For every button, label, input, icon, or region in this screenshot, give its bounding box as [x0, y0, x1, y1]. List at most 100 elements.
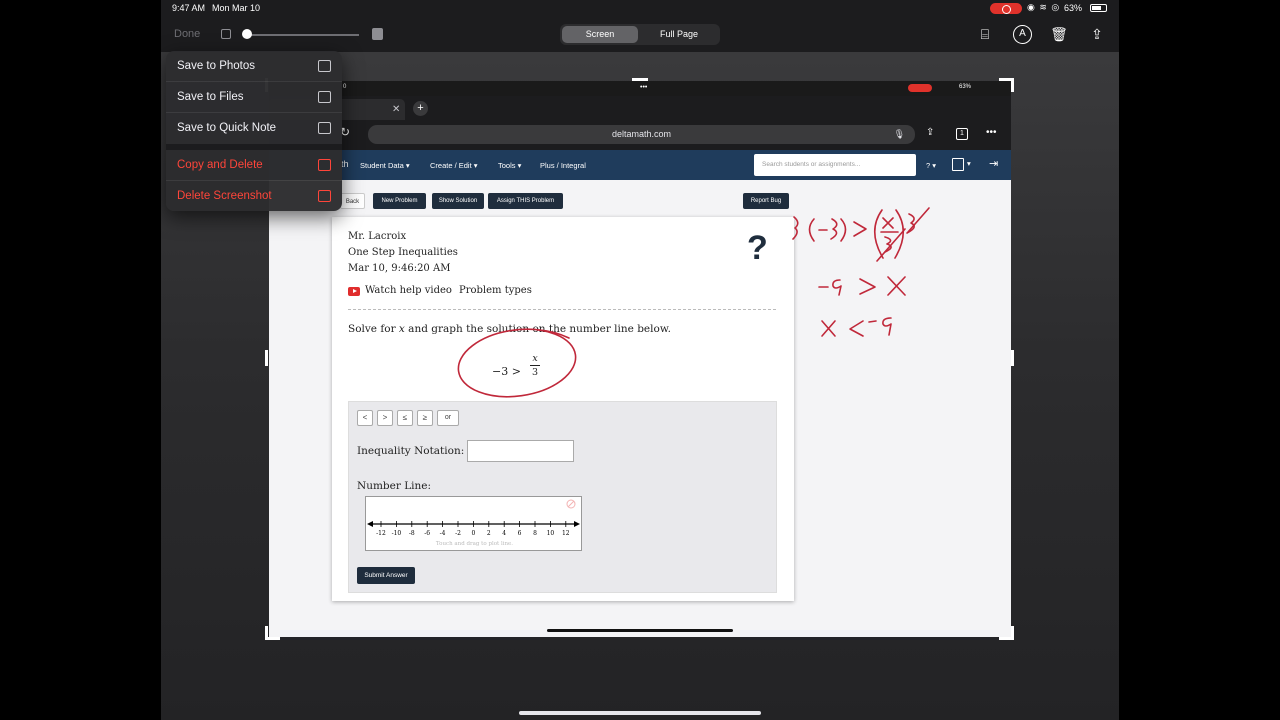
help-video-link[interactable]: Watch help video [365, 285, 452, 296]
menu-item-label: Delete Screenshot [177, 190, 272, 202]
number-line-tick-label: 4 [502, 530, 506, 537]
inner-status-bar: 0 63% ••• [269, 81, 1011, 96]
crop-handle-br-h[interactable] [999, 637, 1014, 640]
number-line-tick-label: 10 [547, 530, 555, 537]
share-icon[interactable]: ⇪ [926, 127, 934, 138]
assign-problem-button[interactable]: Assign THIS Problem [488, 193, 563, 209]
status-bar: 9:47 AM Mon Mar 10 ◉ ≋ ◎ 63% [161, 0, 1119, 17]
number-line-tick-label: 12 [562, 530, 570, 537]
or-button[interactable]: or [437, 410, 459, 426]
opacity-slider[interactable] [247, 34, 359, 36]
number-line-tick-label: 8 [533, 530, 537, 537]
menu-copy-and-delete[interactable]: Copy and Delete [166, 150, 342, 181]
full-page-tab[interactable]: Full Page [640, 26, 718, 43]
battery-percent: 63% [1064, 3, 1083, 13]
markup-icon[interactable]: A [1013, 25, 1032, 44]
inner-battery: 63% [959, 84, 972, 90]
microphone-icon[interactable]: 🎙 [894, 125, 905, 144]
inequality-input[interactable] [467, 440, 574, 462]
number-line-label: Number Line: [357, 480, 432, 492]
trash-icon[interactable]: 🗑 [1050, 25, 1068, 43]
divider [348, 309, 776, 310]
crop-handle-right[interactable] [1011, 350, 1014, 366]
wifi-icon: ◉ ≋ ◎ [1027, 2, 1061, 12]
expression-lhs: −3 > [492, 365, 521, 378]
less-equal-button[interactable]: ≤ [397, 410, 413, 426]
new-tab-icon[interactable]: + [413, 101, 428, 116]
nav-tools[interactable]: Tools ▾ [498, 161, 521, 170]
menu-save-to-quick-note[interactable]: Save to Quick Note [166, 113, 342, 144]
screen-tab[interactable]: Screen [562, 26, 638, 43]
greater-than-button[interactable]: > [377, 410, 393, 426]
number-line-tick-label: 2 [487, 530, 491, 537]
status-date: Mon Mar 10 [212, 3, 261, 13]
text-select-icon[interactable]: ⌸ [976, 25, 994, 43]
done-button[interactable]: Done [174, 28, 200, 40]
crop-handle-tr-h[interactable] [999, 78, 1014, 81]
screenshot-preview[interactable]: 0 63% ••• ✕ + ↻ deltamath.com 🎙 ⇪ 1 ••• … [269, 81, 1011, 637]
menu-item-label: Save to Quick Note [177, 122, 277, 134]
menu-delete-screenshot[interactable]: Delete Screenshot [166, 181, 342, 211]
help-question-icon[interactable]: ? [747, 229, 768, 268]
inner-recording-icon [908, 84, 932, 92]
copy-trash-icon [318, 159, 331, 171]
right-arrow [574, 521, 580, 527]
number-line-widget[interactable]: -12 -10 -8 -6 -4 -2 0 2 4 6 8 10 12 Touch and drag t… [365, 496, 582, 551]
share-icon[interactable]: ⇪ [1088, 25, 1106, 43]
screenshot-toolbar: Done Screen Full Page ⌸ A 🗑 ⇪ [161, 17, 1119, 52]
screen-recording-icon [990, 3, 1022, 14]
close-tab-icon[interactable]: ✕ [392, 104, 400, 115]
search-input[interactable]: Search students or assignments... [754, 154, 916, 176]
number-line-tick-label: -8 [409, 530, 415, 537]
opacity-max-icon [372, 28, 383, 40]
menu-save-to-photos[interactable]: Save to Photos [166, 51, 342, 82]
tabs-count-icon[interactable]: 1 [956, 128, 968, 140]
calculator-icon[interactable] [952, 158, 964, 171]
help-menu[interactable]: ? ▾ [926, 161, 936, 170]
number-line-hint: Touch and drag to plot line. [435, 541, 514, 547]
nav-plus-integral[interactable]: Plus / Integral [540, 161, 586, 170]
calculator-dropdown-icon[interactable]: ▾ [967, 159, 971, 168]
number-line-tick-label: 0 [471, 530, 475, 537]
status-time: 9:47 AM [172, 3, 206, 13]
greater-equal-button[interactable]: ≥ [417, 410, 433, 426]
url-text: deltamath.com [611, 129, 672, 139]
problem-card: Mr. Lacroix One Step Inequalities Mar 10… [332, 217, 794, 601]
logout-icon[interactable]: ⇥ [989, 157, 998, 170]
deltamath-logo[interactable]: th [341, 159, 349, 169]
nav-student-data[interactable]: Student Data ▾ [360, 161, 410, 170]
show-solution-button[interactable]: Show Solution [432, 193, 484, 209]
submit-answer-button[interactable]: Submit Answer [357, 567, 415, 584]
deltamath-content: Back New Problem Show Solution Assign TH… [269, 180, 1011, 637]
home-indicator [519, 711, 761, 715]
deltamath-navbar: th Student Data ▾ Create / Edit ▾ Tools … [269, 150, 1011, 180]
address-bar-row: ↻ deltamath.com 🎙 ⇪ 1 ••• [269, 120, 1011, 150]
number-line-tick-label: -4 [440, 530, 446, 537]
fraction-denominator: 3 [531, 367, 539, 378]
problem-types-link[interactable]: Problem types [459, 285, 532, 296]
new-problem-button[interactable]: New Problem [373, 193, 426, 209]
clear-icon-slash [567, 500, 575, 508]
more-icon[interactable]: ••• [986, 127, 997, 138]
menu-item-label: Save to Photos [177, 60, 255, 72]
fraction-bar [530, 365, 540, 366]
teacher-name: Mr. Lacroix [348, 231, 407, 242]
tab-bar: ✕ + [269, 96, 1011, 120]
opacity-slider-thumb[interactable] [242, 29, 252, 39]
number-line-tick-label: -10 [392, 530, 402, 537]
folder-icon [318, 91, 331, 103]
report-bug-button[interactable]: Report Bug [743, 193, 789, 209]
crop-handle-left[interactable] [265, 350, 268, 366]
url-field[interactable]: deltamath.com 🎙 [368, 125, 915, 144]
screenshot-save-menu: Save to Photos Save to Files Save to Qui… [166, 51, 342, 211]
menu-save-to-files[interactable]: Save to Files [166, 82, 342, 113]
less-than-button[interactable]: < [357, 410, 373, 426]
number-line-tick-label: -12 [376, 530, 386, 537]
crop-handle-bl-h[interactable] [265, 637, 280, 640]
inequality-notation-label: Inequality Notation: [357, 445, 465, 457]
youtube-icon[interactable] [348, 287, 360, 296]
back-button[interactable]: Back [340, 193, 365, 209]
crop-handle-top[interactable] [632, 78, 648, 81]
quick-note-icon [318, 122, 331, 134]
nav-create-edit[interactable]: Create / Edit ▾ [430, 161, 478, 170]
